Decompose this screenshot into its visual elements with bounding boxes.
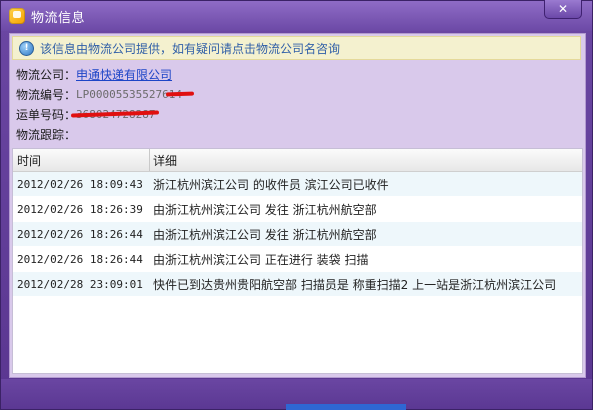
table-row[interactable]: 2012/02/26 18:26:44 由浙江杭州滨江公司 发往 浙江杭州航空部 (13, 222, 582, 247)
title-bar[interactable]: 物流信息 ✕ (1, 0, 592, 31)
column-time[interactable]: 时间 (13, 149, 150, 171)
company-row: 物流公司： 申通快递有限公司 (16, 64, 576, 84)
row-detail: 由浙江杭州滨江公司 发往 浙江杭州航空部 (153, 227, 377, 242)
logistics-window: 物流信息 ✕ ! 该信息由物流公司提供，如有疑问请点击物流公司名咨询 物流公司：… (0, 0, 593, 410)
info-icon: ! (19, 40, 34, 56)
table-row[interactable]: 2012/02/26 18:26:44 由浙江杭州滨江公司 正在进行 装袋 扫描 (13, 247, 582, 272)
trace-label: 物流跟踪： (16, 127, 77, 142)
notice-bar: ! 该信息由物流公司提供，如有疑问请点击物流公司名咨询 (12, 36, 581, 60)
close-button[interactable]: ✕ (544, 0, 582, 19)
table-header: 时间 详细 (13, 149, 582, 172)
table-row[interactable]: 2012/02/26 18:26:39 由浙江杭州滨江公司 发往 浙江杭州航空部 (13, 197, 582, 222)
row-detail: 浙江杭州滨江公司 的收件员 滨江公司已收件 (153, 177, 389, 192)
waybill-row: 运单号码： 368024728287 (16, 104, 576, 124)
shipment-info: 物流公司： 申通快递有限公司 物流编号： LP00005535527614 运单… (16, 64, 576, 144)
window-title: 物流信息 (31, 11, 86, 26)
taskbar-strip (286, 404, 406, 410)
waybill-label: 运单号码： (16, 107, 77, 122)
table-row[interactable]: 2012/02/26 18:09:43 浙江杭州滨江公司 的收件员 滨江公司已收… (13, 172, 582, 197)
row-time: 2012/02/26 18:26:44 (17, 252, 143, 266)
tracking-label: 物流编号： (16, 87, 77, 102)
row-time: 2012/02/28 23:09:01 (17, 277, 143, 291)
company-label: 物流公司： (16, 67, 77, 82)
redaction-scribble (165, 91, 195, 97)
row-time: 2012/02/26 18:09:43 (17, 177, 143, 191)
table-body: 2012/02/26 18:09:43 浙江杭州滨江公司 的收件员 滨江公司已收… (13, 172, 582, 297)
tracking-table: 时间 详细 2012/02/26 18:09:43 浙江杭州滨江公司 的收件员 … (12, 148, 583, 374)
row-detail: 由浙江杭州滨江公司 发往 浙江杭州航空部 (153, 202, 377, 217)
table-row[interactable]: 2012/02/28 23:09:01 快件已到达贵州贵阳航空部 扫描员是 称重… (13, 272, 582, 297)
column-detail[interactable]: 详细 (150, 152, 177, 169)
row-detail: 由浙江杭州滨江公司 正在进行 装袋 扫描 (153, 252, 369, 267)
content-panel: ! 该信息由物流公司提供，如有疑问请点击物流公司名咨询 物流公司： 申通快递有限… (9, 33, 586, 378)
notice-text: 该信息由物流公司提供，如有疑问请点击物流公司名咨询 (40, 41, 341, 56)
company-link[interactable]: 申通快递有限公司 (76, 66, 172, 83)
tracking-row: 物流编号： LP00005535527614 (16, 84, 576, 104)
row-time: 2012/02/26 18:26:39 (17, 202, 143, 216)
row-detail: 快件已到达贵州贵阳航空部 扫描员是 称重扫描2 上一站是浙江杭州滨江公司 (153, 277, 557, 292)
app-icon (9, 8, 25, 24)
row-time: 2012/02/26 18:26:44 (17, 227, 143, 241)
trace-row: 物流跟踪： (16, 124, 576, 144)
